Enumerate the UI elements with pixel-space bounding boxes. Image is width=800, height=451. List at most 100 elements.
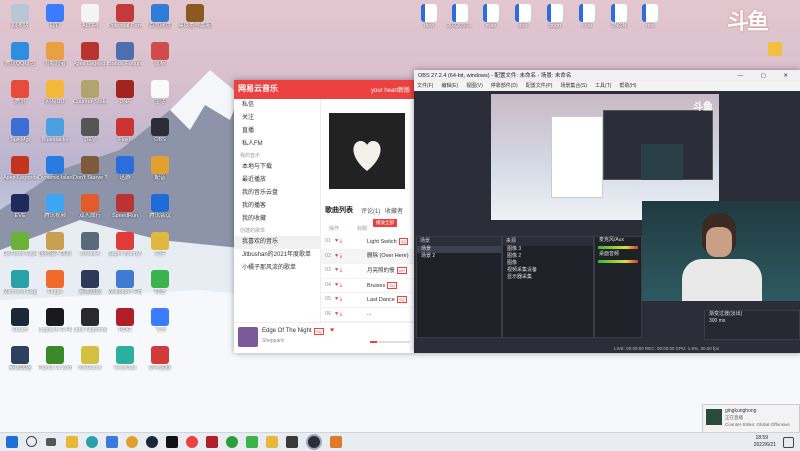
folder-icon[interactable] — [768, 42, 782, 56]
progress-bar[interactable] — [370, 341, 410, 343]
desktop-icon[interactable]: 百度网盘 — [143, 4, 177, 30]
desktop-icon[interactable]: 腾讯QQ绿色 — [3, 42, 37, 68]
file-icon[interactable]: mae — [474, 4, 508, 30]
file-icon[interactable]: 2022050... — [443, 4, 477, 30]
source-item[interactable]: 图像 2 — [503, 253, 593, 260]
volume-meter[interactable] — [598, 246, 638, 249]
desktop-icon[interactable]: 生活 — [143, 80, 177, 106]
desktop-icon[interactable]: Origin — [38, 270, 72, 296]
desktop-icon[interactable]: 飞书 — [143, 308, 177, 334]
desktop-icon[interactable]: Potential Party — [108, 4, 142, 30]
stream-notification[interactable]: gingkunghong 正在直播 Counter-Strike: Global… — [702, 404, 800, 433]
my-item[interactable]: 我的播客 — [234, 200, 320, 213]
clock-time[interactable]: 18:59 — [755, 435, 768, 441]
netease-icon[interactable] — [186, 436, 198, 448]
desktop-icon[interactable]: 腾讯会议 — [143, 194, 177, 220]
menu-item[interactable]: 配置文件(P) — [526, 83, 553, 89]
playlist-item[interactable]: Jitbushan的2021年度歌单 — [234, 249, 320, 262]
scene-item[interactable]: 场景 — [417, 246, 501, 253]
desktop-icon[interactable]: DNF — [108, 80, 142, 106]
source-item[interactable]: 视频采集设备 — [503, 267, 593, 274]
desktop-icon[interactable]: TaskMgr — [3, 118, 37, 144]
app-icon[interactable] — [286, 436, 298, 448]
desktop-icon[interactable]: Little Nightmares — [73, 308, 107, 334]
song-row[interactable]: 02 ♥ ⤓ 删除 (Over Here) — [321, 249, 414, 264]
song-row[interactable]: 05 ♥ ⤓ Last Dance SQ — [321, 293, 414, 308]
desktop-icon[interactable]: 模以类与最新版本2D功能 — [178, 4, 212, 30]
desktop-icon[interactable]: Super Bunny Man — [108, 232, 142, 258]
desktop-icon[interactable]: Logitech G HUB — [38, 308, 72, 334]
desktop-icon[interactable]: 迅游 — [108, 156, 142, 182]
my-item[interactable]: 我的收藏 — [234, 213, 320, 226]
tab-song-list[interactable]: 歌曲列表 — [325, 205, 353, 215]
tab-collectors[interactable]: 收藏者 — [385, 206, 403, 215]
playlist-item[interactable]: 我喜欢的音乐 — [234, 236, 320, 249]
duration-field[interactable]: 300 ms — [705, 318, 799, 325]
edge-icon[interactable] — [86, 436, 98, 448]
search-input[interactable]: your heart新版 — [371, 85, 410, 94]
app-icon[interactable] — [206, 436, 218, 448]
desktop-icon[interactable]: Microsoft Edge — [3, 270, 37, 296]
song-row[interactable]: 03 ♥ ⤓ 月亮照的慢 VIP — [321, 264, 414, 279]
like-icon[interactable]: ♥ ⤓ — [335, 293, 342, 307]
desktop-icon[interactable]: 回收站 — [3, 4, 37, 30]
desktop-icon[interactable]: 双人成行 — [73, 194, 107, 220]
desktop-icon[interactable]: Flash — [108, 118, 142, 144]
menu-item[interactable]: 场景集合(S) — [560, 83, 587, 89]
desktop-icon[interactable]: 火影忍者 — [38, 42, 72, 68]
desktop-icon[interactable]: WeGame — [73, 346, 107, 372]
desktop-icon[interactable]: Wallpaper Engine — [108, 270, 142, 296]
wechat-icon[interactable] — [246, 436, 258, 448]
desktop-icon[interactable]: OBS — [143, 118, 177, 144]
menu-item[interactable]: 编辑(E) — [441, 83, 458, 89]
desktop-icon[interactable]: 配音 — [143, 156, 177, 182]
nav-item[interactable]: 私人FM — [234, 138, 320, 151]
now-playing-artist[interactable]: Sheppard — [262, 338, 284, 344]
nav-item[interactable]: 关注 — [234, 112, 320, 125]
start-icon[interactable] — [6, 436, 18, 448]
desktop-icon[interactable]: Steam — [3, 308, 37, 334]
my-item[interactable]: 本地与下载 — [234, 161, 320, 174]
desktop-icon[interactable]: 钉钉 — [38, 4, 72, 30]
app-icon[interactable] — [330, 436, 342, 448]
menu-item[interactable]: 文件(F) — [417, 83, 433, 89]
like-icon[interactable]: ♥ ⤓ — [335, 308, 342, 322]
file-icon[interactable]: dnu — [506, 4, 540, 30]
song-row[interactable]: 04 ♥ ⤓ Bruises SQ — [321, 279, 414, 293]
netease-music-window[interactable]: 网易云音乐 your heart新版 私信 关注 直播 私人FM 我的音乐 本地… — [234, 80, 414, 353]
desktop-icon[interactable]: 腾讯 — [3, 80, 37, 106]
desktop-icon[interactable]: Apex Legends — [73, 42, 107, 68]
desktop-icon[interactable]: Dynamic Island — [38, 156, 72, 182]
file-icon[interactable]: 0NON — [602, 4, 636, 30]
desktop-icon[interactable]: Unravel — [73, 232, 107, 258]
scene-item[interactable]: 场景 2 — [417, 253, 501, 260]
like-icon[interactable]: ♥ — [330, 327, 334, 334]
desktop-icon[interactable]: 网易UU — [38, 80, 72, 106]
folder-icon[interactable] — [266, 436, 278, 448]
desktop-icon[interactable]: SpeedRun — [108, 194, 142, 220]
steam-icon[interactable] — [146, 436, 158, 448]
source-item[interactable]: 显示器采集 — [503, 274, 593, 281]
desktop-icon[interactable]: ROG — [108, 308, 142, 334]
song-row[interactable]: 06 ♥ ⤓... — [321, 308, 414, 322]
like-icon[interactable]: ♥ ⤓ — [335, 235, 342, 249]
desktop-icon[interactable]: Don't Starve Together — [73, 156, 107, 182]
desktop-icon[interactable]: 微信 — [143, 270, 177, 296]
desktop-icon[interactable]: 文件 — [143, 232, 177, 258]
play-all-button[interactable]: 播放全部 — [373, 219, 397, 227]
menu-item[interactable]: 工具(T) — [595, 83, 611, 89]
like-icon[interactable]: ♥ ⤓ — [335, 250, 342, 264]
desktop-icon[interactable]: DEV — [73, 118, 107, 144]
xbox-icon[interactable] — [226, 436, 238, 448]
desktop-icon[interactable]: Plants vs Zombies — [38, 346, 72, 372]
desktop-icon[interactable]: EVE — [3, 194, 37, 220]
my-item[interactable]: 最近播放 — [234, 174, 320, 187]
song-row[interactable]: 01 ♥ ⤓ Light Switch SQ — [321, 235, 414, 250]
source-item[interactable]: 图像 — [503, 260, 593, 267]
store-icon[interactable] — [106, 436, 118, 448]
like-icon[interactable]: ♥ ⤓ — [335, 264, 342, 278]
chrome-icon[interactable] — [126, 436, 138, 448]
file-icon[interactable]: gogo — [538, 4, 572, 30]
source-item[interactable]: 图像 3 — [503, 246, 593, 253]
playlist-item[interactable]: 小橘子那风流的歌单 — [234, 262, 320, 275]
